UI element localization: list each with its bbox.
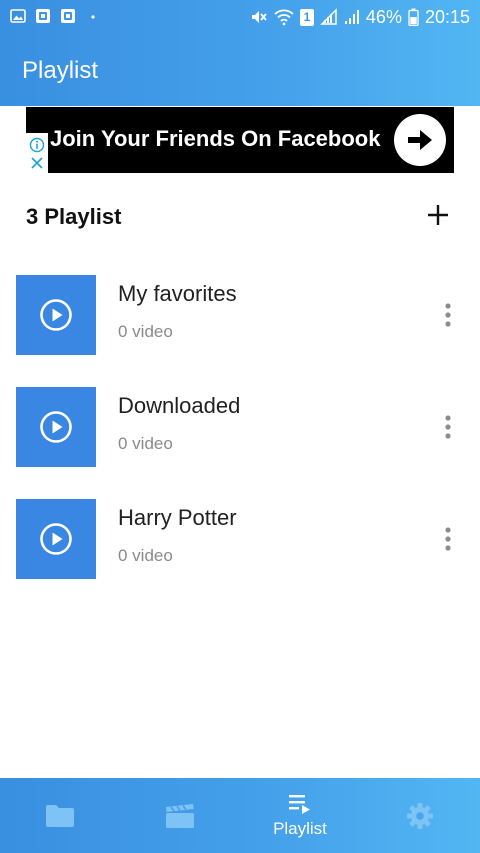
sim-icon: 1	[299, 8, 314, 26]
battery-percent: 46%	[365, 7, 402, 27]
more-options-button[interactable]	[433, 411, 463, 443]
clapperboard-icon	[166, 803, 194, 828]
battery-icon	[408, 8, 419, 26]
nav-item-label: Playlist	[273, 818, 327, 838]
play-circle-icon	[40, 411, 72, 443]
status-bar-right: 1 46% 20:15	[250, 6, 470, 28]
clock: 20:15	[424, 7, 470, 27]
playlist-thumbnail[interactable]	[16, 275, 96, 355]
playlist-name[interactable]: Harry Potter	[118, 504, 237, 532]
playlist-video-count: 0 video	[118, 546, 173, 565]
more-options-button[interactable]	[433, 299, 463, 331]
playlist-thumbnail[interactable]	[16, 499, 96, 579]
playlist-video-count: 0 video	[118, 434, 173, 453]
more-vert-icon	[445, 303, 451, 327]
plus-icon	[428, 205, 448, 225]
playlist-name[interactable]: My favorites	[118, 280, 237, 308]
signal-icon	[320, 8, 337, 25]
list-item[interactable]: Harry Potter 0 video	[0, 499, 480, 579]
playlist-name[interactable]: Downloaded	[118, 392, 240, 420]
dot-icon	[91, 15, 95, 19]
nav-item-folders[interactable]	[0, 778, 120, 853]
playlist-thumbnail[interactable]	[16, 387, 96, 467]
ad-text[interactable]: Join Your Friends On Facebook	[50, 125, 380, 153]
nav-item-playlist[interactable]: Playlist	[240, 778, 360, 853]
app-bar: 1 46% 20:15 Playlist	[0, 0, 480, 106]
playlist-section-header: 3 Playlist	[0, 198, 480, 238]
more-vert-icon	[445, 415, 451, 439]
folder-icon	[46, 804, 74, 827]
nav-item-videos[interactable]	[120, 778, 240, 853]
wifi-icon	[274, 9, 294, 26]
list-item[interactable]: Downloaded 0 video	[0, 387, 480, 467]
gallery-icon	[10, 9, 26, 23]
app-icon	[36, 9, 50, 23]
add-playlist-button[interactable]	[421, 198, 455, 232]
play-circle-icon	[40, 523, 72, 555]
playlist-count-title: 3 Playlist	[26, 204, 122, 229]
app-icon	[61, 9, 75, 23]
page-title: Playlist	[22, 57, 99, 84]
list-item[interactable]: My favorites 0 video	[0, 275, 480, 355]
ad-cta-button[interactable]	[394, 114, 446, 166]
playlist-video-count: 0 video	[118, 322, 173, 341]
more-options-button[interactable]	[433, 523, 463, 555]
signal-icon	[344, 10, 359, 24]
playlist-list: My favorites 0 video Downloaded 0 video	[0, 275, 480, 611]
close-icon[interactable]	[29, 155, 45, 171]
status-bar: 1 46% 20:15	[0, 0, 480, 34]
gear-icon	[407, 802, 433, 829]
more-vert-icon	[445, 527, 451, 551]
bottom-nav: Playlist	[0, 778, 480, 853]
mute-icon	[251, 11, 267, 23]
ad-choices[interactable]	[26, 133, 48, 173]
status-bar-left	[10, 8, 101, 24]
nav-item-settings[interactable]	[360, 778, 480, 853]
arrow-right-icon	[408, 130, 432, 150]
play-circle-icon	[40, 299, 72, 331]
ad-banner[interactable]: Join Your Friends On Facebook	[26, 107, 454, 173]
playlist-icon	[289, 794, 310, 814]
info-icon[interactable]	[29, 137, 45, 153]
